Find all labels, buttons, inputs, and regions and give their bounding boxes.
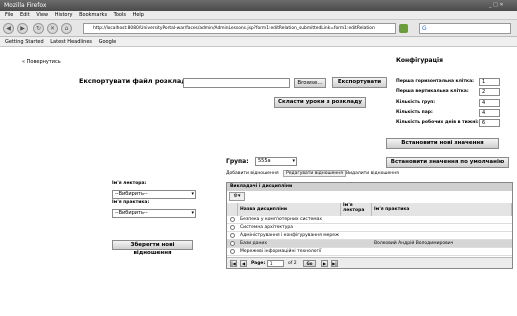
- bookmark-latest-headlines[interactable]: Latest Headlines: [50, 37, 92, 47]
- lecturer-label: Ім'я лектора:: [112, 181, 147, 186]
- export-button[interactable]: Експортувати: [332, 77, 387, 88]
- table-row[interactable]: Мережеві інформаційні технології: [227, 248, 512, 256]
- navigation-toolbar: ◀ ▶ ↻ ✕ ⌂ http://localhost:8080/Universi…: [0, 20, 517, 37]
- home-icon[interactable]: ⌂: [61, 23, 72, 34]
- address-bar[interactable]: http://localhost:8080/UniversityPortal-w…: [83, 23, 396, 34]
- export-file-input[interactable]: [183, 78, 290, 88]
- back-link[interactable]: « Повернутись: [22, 59, 61, 65]
- prev-page-icon[interactable]: ◀: [240, 260, 247, 267]
- row-discipline: Мережеві інформаційні технології: [240, 249, 322, 254]
- config-label-first-vertical: Перша вертикальна клітка:: [396, 89, 469, 94]
- group-label: Група:: [226, 158, 249, 165]
- menu-history[interactable]: History: [55, 11, 73, 20]
- url-text: http://localhost:8080/UniversityPortal-w…: [93, 26, 375, 31]
- menu-file[interactable]: File: [5, 11, 13, 20]
- workdays-count-input[interactable]: 6: [479, 119, 500, 127]
- config-label-groups: Кількість груп:: [396, 100, 436, 105]
- pairs-count-input[interactable]: 4: [479, 109, 500, 117]
- compose-lessons-button[interactable]: Скласти уроки з розкладу: [274, 97, 366, 108]
- tab-edit-relation[interactable]: Редагувати відношення: [283, 170, 346, 177]
- row-radio[interactable]: [230, 233, 235, 238]
- row-radio[interactable]: [230, 225, 235, 230]
- lecturer-select[interactable]: --Вибирить-- ▾: [112, 190, 196, 199]
- chevron-down-icon: ▾: [191, 191, 194, 197]
- menu-bookmarks[interactable]: Bookmarks: [79, 11, 107, 20]
- row-radio[interactable]: [230, 241, 235, 246]
- config-label-pairs: Кількість пар:: [396, 110, 433, 115]
- set-values-button[interactable]: Встановити нові значення: [386, 138, 499, 149]
- chevron-down-icon: ▾: [191, 210, 194, 216]
- go-icon[interactable]: [399, 24, 408, 33]
- save-relations-button[interactable]: Зберегти нові відношення: [112, 240, 193, 256]
- lecturer-select-value: --Вибирить--: [115, 191, 148, 197]
- row-radio[interactable]: [230, 249, 235, 254]
- practice-select-value: --Вибирить--: [115, 210, 148, 216]
- practice-label: Ім'я практика:: [112, 200, 150, 205]
- window-titlebar: Mozilla Firefox: [0, 0, 517, 11]
- config-label-workdays: Кількість робочих днів в тижні:: [396, 120, 479, 125]
- browse-button[interactable]: Browse...: [294, 78, 326, 88]
- go-button[interactable]: Go: [303, 260, 316, 267]
- table-row-selected[interactable]: Бази даних Волковий Андрій Володимирович: [227, 240, 512, 248]
- group-select[interactable]: 555а ▾: [255, 157, 297, 166]
- table-pager: |◀ ◀ Page: 1 of 2 Go ▶ ▶|: [227, 257, 512, 268]
- bookmark-google[interactable]: Google: [99, 37, 117, 47]
- forward-icon[interactable]: ▶: [17, 23, 28, 34]
- practice-select[interactable]: --Вибирить-- ▾: [112, 209, 196, 218]
- column-header-discipline[interactable]: Назва дисципліни: [238, 203, 341, 216]
- window-controls[interactable]: _ □ ✕: [489, 2, 504, 8]
- column-header-lecturer[interactable]: Ім'я лектора: [341, 203, 372, 216]
- config-label-first-horizontal: Перша горизонтальна клітка:: [396, 79, 474, 84]
- select-column-header: [227, 203, 238, 216]
- page-input[interactable]: 1: [267, 260, 284, 267]
- page-count: of 2: [288, 261, 297, 266]
- first-page-icon[interactable]: |◀: [230, 260, 237, 267]
- bookmarks-toolbar: Getting Started Latest Headlines Google: [0, 37, 517, 47]
- row-radio[interactable]: [230, 217, 235, 222]
- menu-help[interactable]: Help: [133, 11, 144, 20]
- row-discipline: Безпека у комп'ютерних системах: [240, 217, 323, 222]
- row-discipline: Адміністрування і конфігурування мереж: [240, 233, 340, 238]
- window-title: Mozilla Firefox: [4, 2, 47, 9]
- table-caption: Викладачі і дисципліни: [227, 183, 512, 191]
- first-vertical-cell-input[interactable]: 2: [479, 88, 500, 96]
- page-label: Page:: [251, 261, 266, 266]
- table-row[interactable]: Системна архітектура: [227, 224, 512, 232]
- table-tools-icon[interactable]: ⚙▾: [229, 192, 245, 201]
- set-default-values-button[interactable]: Встановити значення по умолчанію: [386, 157, 509, 168]
- tab-add-relation[interactable]: Добавити відношення: [226, 171, 279, 176]
- menu-tools[interactable]: Tools: [114, 11, 126, 20]
- last-page-icon[interactable]: ▶|: [331, 260, 338, 267]
- column-header-practice[interactable]: Ім'я практика: [372, 203, 512, 216]
- table-row[interactable]: Безпека у комп'ютерних системах: [227, 216, 512, 224]
- row-discipline: Системна архітектура: [240, 225, 293, 230]
- groups-count-input[interactable]: 4: [479, 99, 500, 107]
- group-select-value: 555а: [258, 158, 271, 164]
- row-discipline: Бази даних: [240, 241, 267, 246]
- teachers-disciplines-table: Викладачі і дисципліни ⚙▾ Назва дисциплі…: [226, 182, 513, 269]
- tab-delete-relation[interactable]: Видалити відношення: [346, 171, 399, 176]
- bookmark-getting-started[interactable]: Getting Started: [5, 37, 44, 47]
- next-page-icon[interactable]: ▶: [321, 260, 328, 267]
- menu-view[interactable]: View: [36, 11, 48, 20]
- back-icon[interactable]: ◀: [3, 23, 14, 34]
- config-title: Конфігурація: [396, 57, 443, 64]
- export-label: Експортувати файл розкладу:: [79, 77, 194, 85]
- menu-edit[interactable]: Edit: [20, 11, 30, 20]
- first-horizontal-cell-input[interactable]: 1: [479, 78, 500, 86]
- stop-icon[interactable]: ✕: [47, 23, 58, 34]
- chevron-down-icon: ▾: [292, 158, 295, 164]
- table-row[interactable]: Адміністрування і конфігурування мереж: [227, 232, 512, 240]
- menu-bar: File Edit View History Bookmarks Tools H…: [0, 11, 517, 20]
- search-box[interactable]: G: [419, 23, 511, 34]
- reload-icon[interactable]: ↻: [33, 23, 44, 34]
- row-practice: Волковий Андрій Володимирович: [374, 241, 454, 246]
- google-search-icon: G: [422, 25, 427, 32]
